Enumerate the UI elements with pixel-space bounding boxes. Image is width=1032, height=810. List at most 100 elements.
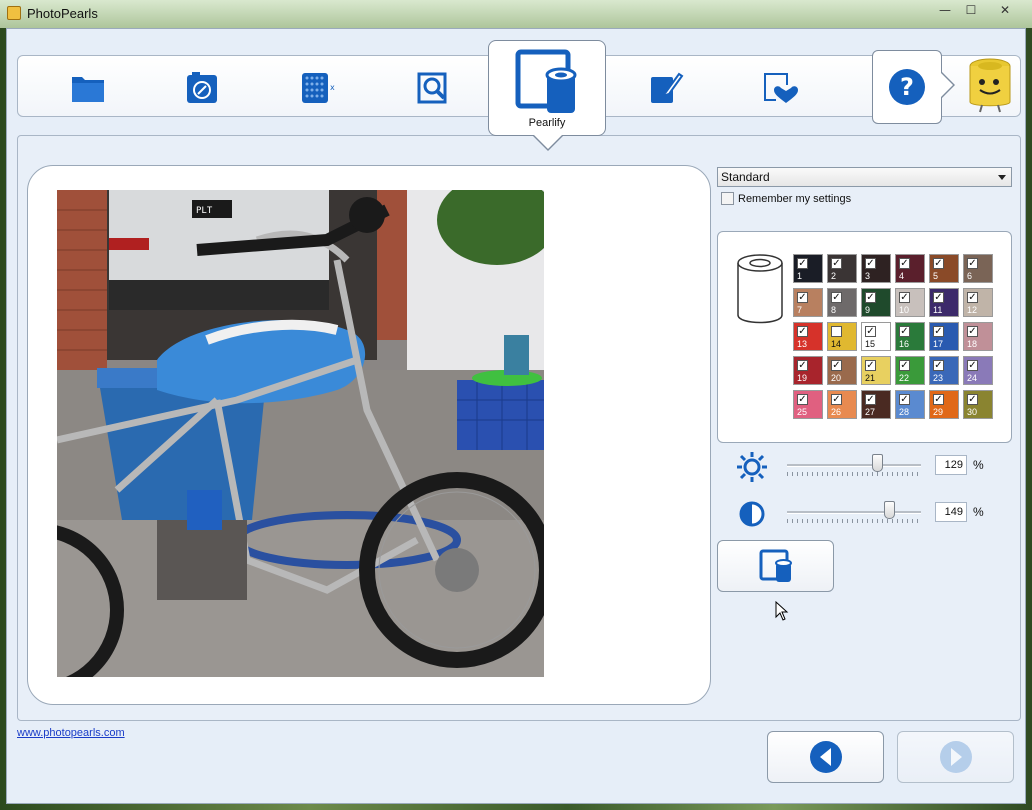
color-swatch[interactable]: ✓ 27 bbox=[861, 390, 891, 419]
close-button[interactable]: ✕ bbox=[984, 1, 1026, 19]
pearlify-icon bbox=[515, 49, 577, 113]
help-icon: ? bbox=[889, 69, 925, 105]
swatch-checkbox[interactable]: ✓ bbox=[899, 326, 910, 337]
swatch-checkbox[interactable]: ✓ bbox=[899, 258, 910, 269]
color-swatch[interactable]: ✓ 1 bbox=[793, 254, 823, 283]
color-swatch[interactable]: ✓ 5 bbox=[929, 254, 959, 283]
color-swatch[interactable]: ✓ 9 bbox=[861, 288, 891, 317]
color-swatch[interactable]: ✓ 20 bbox=[827, 356, 857, 385]
swatch-checkbox[interactable]: ✓ bbox=[933, 258, 944, 269]
swatch-number: 30 bbox=[967, 407, 978, 417]
swatch-checkbox[interactable]: ✓ bbox=[967, 326, 978, 337]
swatch-checkbox[interactable]: ✓ bbox=[797, 394, 808, 405]
color-swatch[interactable]: ✓ 7 bbox=[793, 288, 823, 317]
swatch-checkbox[interactable]: ✓ bbox=[899, 394, 910, 405]
svg-text:PLT: PLT bbox=[196, 206, 213, 216]
remember-settings[interactable]: Remember my settings bbox=[721, 192, 851, 205]
app-window: PhotoPearls — ☐ ✕ x Pearlify ? PLT Stand… bbox=[0, 0, 1032, 804]
color-swatch[interactable]: ✓ 23 bbox=[929, 356, 959, 385]
swatch-number: 13 bbox=[797, 339, 808, 349]
brightness-slider-thumb[interactable] bbox=[871, 454, 883, 472]
tool-favorite-button[interactable] bbox=[758, 66, 802, 110]
minimize-button[interactable]: — bbox=[932, 1, 958, 19]
preset-dropdown[interactable]: Standard bbox=[717, 167, 1012, 187]
swatch-checkbox[interactable]: ✓ bbox=[933, 292, 944, 303]
color-swatch[interactable]: ✓ 13 bbox=[793, 322, 823, 351]
swatch-checkbox[interactable]: ✓ bbox=[831, 360, 842, 371]
tool-camera-button[interactable] bbox=[180, 66, 224, 110]
brightness-track[interactable] bbox=[787, 464, 921, 467]
brightness-value[interactable]: 129 bbox=[935, 455, 967, 475]
back-button[interactable] bbox=[767, 731, 884, 783]
swatch-number: 5 bbox=[933, 271, 939, 281]
swatch-checkbox[interactable]: ✓ bbox=[967, 292, 978, 303]
swatch-number: 8 bbox=[831, 305, 837, 315]
color-swatch[interactable]: ✓ 21 bbox=[861, 356, 891, 385]
svg-text:x: x bbox=[330, 83, 335, 92]
color-swatch[interactable]: ✓ 18 bbox=[963, 322, 993, 351]
tool-edit-button[interactable] bbox=[644, 66, 688, 110]
color-swatch[interactable]: ✓ 8 bbox=[827, 288, 857, 317]
swatch-checkbox[interactable]: ✓ bbox=[967, 258, 978, 269]
contrast-value[interactable]: 149 bbox=[935, 502, 967, 522]
pearlify-icon bbox=[759, 549, 792, 582]
swatch-checkbox[interactable]: ✓ bbox=[933, 326, 944, 337]
swatch-checkbox[interactable]: ✓ bbox=[865, 292, 876, 303]
color-swatch[interactable]: ✓ 29 bbox=[929, 390, 959, 419]
swatch-checkbox[interactable]: ✓ bbox=[865, 326, 876, 337]
swatch-checkbox[interactable]: ✓ bbox=[899, 360, 910, 371]
color-swatch[interactable]: ✓ 28 bbox=[895, 390, 925, 419]
color-swatch[interactable]: ✓ 30 bbox=[963, 390, 993, 419]
swatch-checkbox[interactable] bbox=[831, 326, 842, 337]
swatch-checkbox[interactable]: ✓ bbox=[933, 394, 944, 405]
swatch-checkbox[interactable]: ✓ bbox=[797, 326, 808, 337]
arrow-left-icon bbox=[809, 741, 842, 773]
tab-pearlify[interactable]: Pearlify bbox=[488, 40, 606, 136]
arrow-right-icon bbox=[939, 741, 972, 773]
swatch-checkbox[interactable]: ✓ bbox=[797, 258, 808, 269]
swatch-number: 11 bbox=[933, 305, 943, 315]
tool-crop-button[interactable] bbox=[411, 66, 455, 110]
color-swatch[interactable]: 14 bbox=[827, 322, 857, 351]
swatch-checkbox[interactable]: ✓ bbox=[967, 394, 978, 405]
color-swatch[interactable]: ✓ 26 bbox=[827, 390, 857, 419]
color-swatch[interactable]: ✓ 16 bbox=[895, 322, 925, 351]
help-button[interactable]: ? bbox=[872, 50, 942, 124]
pearlify-button[interactable] bbox=[717, 540, 834, 592]
color-swatch[interactable]: ✓ 22 bbox=[895, 356, 925, 385]
next-button[interactable] bbox=[897, 731, 1014, 783]
swatch-checkbox[interactable]: ✓ bbox=[933, 360, 944, 371]
color-swatch[interactable]: ✓ 2 bbox=[827, 254, 857, 283]
swatch-checkbox[interactable]: ✓ bbox=[831, 258, 842, 269]
swatch-checkbox[interactable]: ✓ bbox=[797, 360, 808, 371]
color-swatch[interactable]: ✓ 12 bbox=[963, 288, 993, 317]
tool-grid-button[interactable]: x bbox=[296, 66, 340, 110]
swatch-number: 23 bbox=[933, 373, 944, 383]
color-swatch[interactable]: ✓ 3 bbox=[861, 254, 891, 283]
swatch-checkbox[interactable]: ✓ bbox=[865, 360, 876, 371]
swatch-checkbox[interactable]: ✓ bbox=[899, 292, 910, 303]
title-bar[interactable]: PhotoPearls — ☐ ✕ bbox=[0, 0, 1032, 28]
swatch-checkbox[interactable]: ✓ bbox=[831, 394, 842, 405]
swatch-checkbox[interactable]: ✓ bbox=[865, 394, 876, 405]
swatch-number: 14 bbox=[831, 339, 842, 349]
color-swatch[interactable]: ✓ 6 bbox=[963, 254, 993, 283]
swatch-checkbox[interactable]: ✓ bbox=[831, 292, 842, 303]
color-swatch[interactable]: ✓ 10 bbox=[895, 288, 925, 317]
color-swatch[interactable]: ✓ 15 bbox=[861, 322, 891, 351]
color-swatch[interactable]: ✓ 24 bbox=[963, 356, 993, 385]
color-swatch[interactable]: ✓ 25 bbox=[793, 390, 823, 419]
maximize-button[interactable]: ☐ bbox=[958, 1, 984, 19]
swatch-checkbox[interactable]: ✓ bbox=[797, 292, 808, 303]
color-swatch[interactable]: ✓ 11 bbox=[929, 288, 959, 317]
remember-checkbox[interactable] bbox=[721, 192, 734, 205]
website-link[interactable]: www.photopearls.com bbox=[17, 727, 125, 739]
swatch-checkbox[interactable]: ✓ bbox=[967, 360, 978, 371]
contrast-slider-thumb[interactable] bbox=[883, 501, 895, 519]
contrast-track[interactable] bbox=[787, 511, 921, 514]
color-swatch[interactable]: ✓ 19 bbox=[793, 356, 823, 385]
swatch-checkbox[interactable]: ✓ bbox=[865, 258, 876, 269]
color-swatch[interactable]: ✓ 17 bbox=[929, 322, 959, 351]
tool-open-button[interactable] bbox=[66, 66, 110, 110]
color-swatch[interactable]: ✓ 4 bbox=[895, 254, 925, 283]
